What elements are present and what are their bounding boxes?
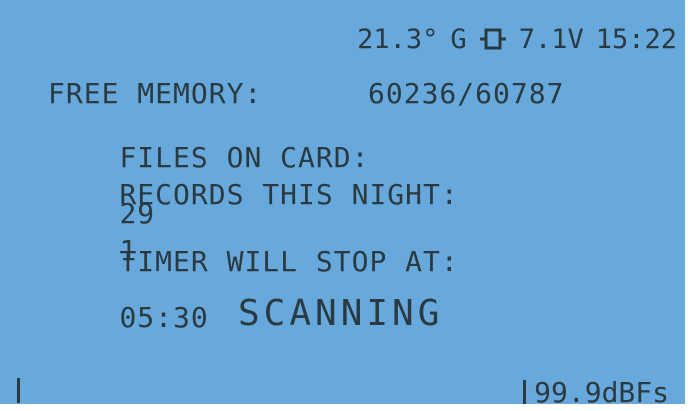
status-bar: 21.3° G 7.1V 15:22 xyxy=(357,22,677,56)
clock-time: 15:22 xyxy=(595,23,677,55)
free-memory-value: 60236/60787 xyxy=(368,77,565,110)
right-level-marker xyxy=(523,380,527,404)
left-level-marker xyxy=(17,378,20,403)
mode-indicator: G xyxy=(450,23,467,55)
free-memory-label: FREE MEMORY: xyxy=(48,77,263,110)
scanning-status: SCANNING xyxy=(238,293,444,334)
timer-stop-value: 05:30 xyxy=(119,301,209,334)
signal-level-readout: 99.9dBFs xyxy=(534,376,669,409)
level-readout-area: | 99.9dBFs xyxy=(523,376,669,409)
records-this-night-label: RECORDS THIS NIGHT: xyxy=(119,178,459,211)
temperature-readout: 21.3° xyxy=(357,23,439,55)
battery-icon xyxy=(479,28,507,50)
voltage-readout: 7.1V xyxy=(518,23,584,55)
timer-stop-label: TIMER WILL STOP AT: xyxy=(119,245,459,278)
lcd-screen: 21.3° G 7.1V 15:22 FREE MEMORY: 60236/60… xyxy=(0,0,692,411)
timer-stop-row: TIMER WILL STOP AT: 05:30 xyxy=(48,220,459,360)
